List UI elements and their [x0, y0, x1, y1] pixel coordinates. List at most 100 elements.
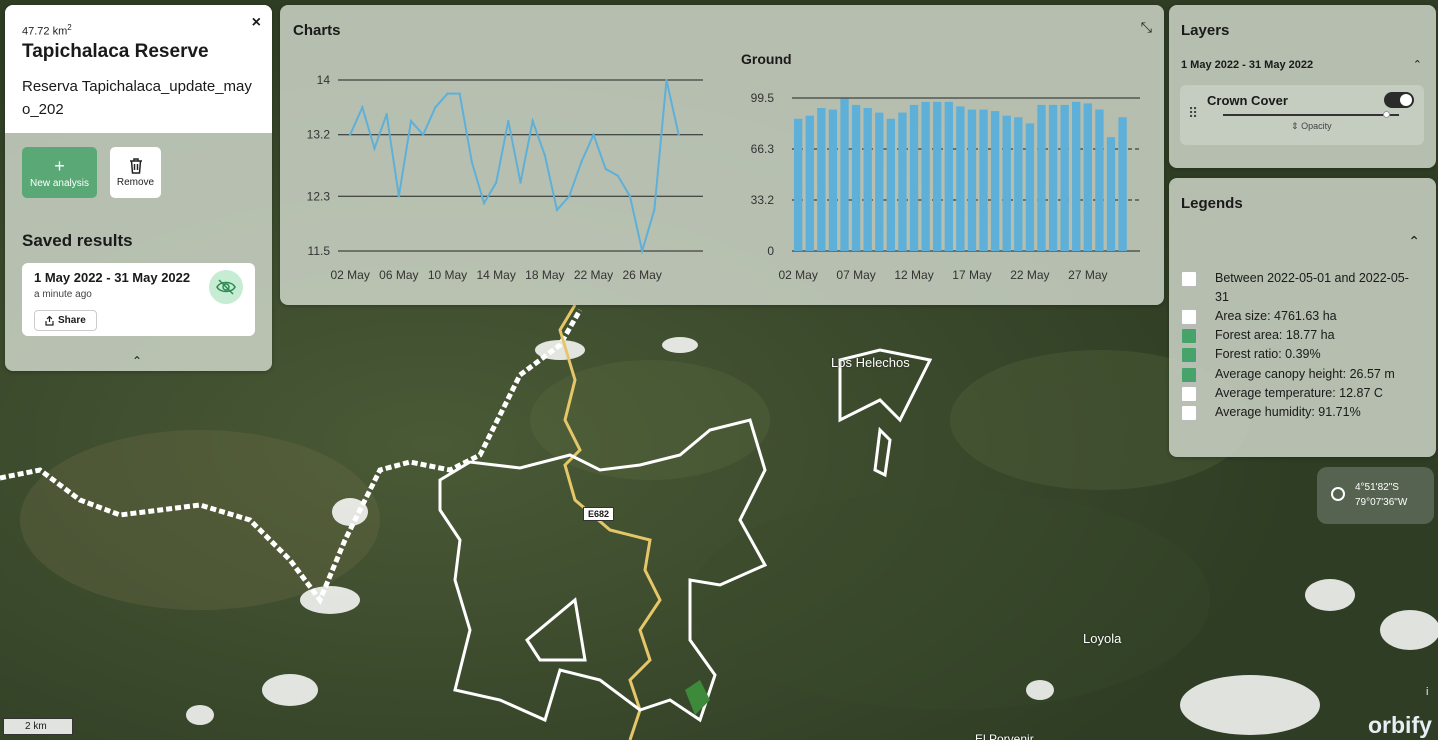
legends-panel: Legends ⌃ Between 2022-05-01 and 2022-05… [1169, 178, 1436, 457]
line-chart-point [409, 119, 413, 123]
layers-chevron-icon[interactable]: ⌃ [1413, 58, 1422, 71]
legend-swatch [1181, 271, 1197, 287]
line-chart-point [397, 195, 401, 198]
action-buttons: + New analysis Remove [22, 147, 161, 198]
visibility-toggle[interactable] [209, 270, 243, 304]
legend-text: Forest area: 18.77 ha [1215, 328, 1335, 342]
share-icon [45, 315, 54, 326]
line-chart-point [555, 208, 559, 212]
map-scale: 2 km [3, 718, 73, 735]
legend-item: Average temperature: 12.87 C [1181, 386, 1383, 402]
layer-visibility-toggle[interactable] [1384, 92, 1414, 108]
line-chart-point [677, 133, 680, 136]
bar-chart-bar [967, 109, 977, 252]
trash-icon [129, 158, 142, 174]
brand-logo: orbify [1368, 712, 1432, 738]
bar-chart-bar [794, 118, 803, 252]
legends-chevron-icon[interactable]: ⌃ [1408, 233, 1420, 250]
bar-chart-bar [1060, 104, 1069, 251]
area-description: Reserva Tapichalaca_update_mayo_202 [22, 77, 252, 118]
legend-item: Average humidity: 91.71% [1181, 405, 1361, 421]
eye-off-icon [216, 279, 236, 295]
bar-chart-bar [840, 98, 849, 251]
plus-icon: + [54, 156, 65, 176]
line-chart-point [592, 133, 595, 136]
bar-chart-bar [956, 106, 965, 252]
legend-text: Forest ratio: 0.39% [1215, 347, 1321, 361]
line-chart-point [604, 167, 607, 171]
line-chart-xtick-label: 18 May [525, 268, 564, 282]
legend-text: Between 2022-05-01 and 2022-05-31 [1215, 271, 1409, 304]
place-label-el-porvenir: El Porvenir [975, 732, 1034, 740]
legend-item: Forest area: 18.77 ha [1181, 328, 1335, 344]
legend-swatch [1181, 367, 1197, 383]
bar-chart-xtick-label: 12 May [894, 268, 933, 282]
new-analysis-label: New analysis [30, 178, 89, 189]
bar-chart-bar [1106, 137, 1116, 251]
bar-chart-bar [979, 109, 988, 252]
bar-chart-bar [828, 109, 838, 252]
crosshair-icon [1331, 487, 1345, 501]
opacity-slider[interactable] [1223, 114, 1399, 116]
layers-panel: Layers 1 May 2022 - 31 May 2022 ⌃ ⠿ Crow… [1169, 5, 1436, 168]
saved-results-title: Saved results [22, 231, 133, 250]
line-chart-xtick-label: 26 May [622, 268, 661, 282]
bar-chart-bar [886, 118, 896, 252]
charts-canvas: 11.5 12.3 13.2 14 02 May 06 May 10 May 14 May 18… [307, 73, 1140, 282]
bar-chart-bar [1118, 117, 1127, 252]
legend-item: Forest ratio: 0.39% [1181, 347, 1321, 363]
line-chart-ytick-label: 14 [317, 73, 331, 87]
line-chart-ytick-label: 12.3 [307, 189, 331, 203]
line-chart-point [361, 106, 364, 109]
line-chart-point [665, 78, 668, 82]
bar-chart-bar [817, 107, 826, 252]
legend-item: Average canopy height: 26.57 m [1181, 367, 1395, 383]
legend-item: Area size: 4761.63 ha [1181, 309, 1337, 325]
line-chart-point [373, 147, 376, 150]
bar-chart-bar [875, 112, 884, 252]
road-label: E682 [583, 507, 615, 521]
opacity-label: ⇕ Opacity [1291, 121, 1332, 131]
bar-chart-bar [1025, 123, 1035, 251]
bar-chart-bar [921, 101, 930, 251]
close-icon[interactable]: × [252, 14, 261, 32]
legend-swatch [1181, 386, 1197, 402]
saved-result-card[interactable]: 1 May 2022 - 31 May 2022 a minute ago Sh… [22, 263, 255, 336]
line-chart-point [519, 181, 522, 184]
coordinates-longitude: 79°07'36"W [1355, 497, 1408, 508]
bar-chart-xtick-label: 27 May [1068, 268, 1107, 282]
bar-chart-bar [863, 107, 872, 252]
share-label: Share [58, 315, 86, 326]
line-chart-xtick-label: 10 May [428, 268, 467, 282]
info-icon[interactable]: i [1426, 686, 1428, 698]
layers-title: Layers [1181, 22, 1230, 39]
bar-chart-bar [1048, 104, 1058, 251]
bar-chart-bar [933, 101, 942, 251]
legends-title: Legends [1181, 195, 1243, 212]
share-button[interactable]: Share [34, 310, 97, 331]
collapse-chevron-icon[interactable]: ⌃ [132, 354, 142, 368]
line-chart-point [458, 92, 461, 95]
bar-chart-bar [1083, 103, 1092, 251]
line-chart-series [349, 79, 680, 255]
bar-chart-ytick-label: 33.2 [751, 193, 775, 207]
opacity-slider-handle[interactable] [1383, 111, 1390, 118]
line-chart-point [470, 160, 474, 164]
line-chart-point [482, 201, 486, 205]
place-label-los-helechos: Los Helechos [831, 355, 910, 370]
line-chart-ytick-label: 13.2 [307, 128, 331, 142]
remove-label: Remove [116, 177, 155, 188]
drag-handle-icon[interactable]: ⠿ [1188, 105, 1198, 122]
new-analysis-button[interactable]: + New analysis [22, 147, 97, 198]
ground-bar-chart: 0 33.2 66.3 99.5 02 May 07 May 12 May 17 May 22 … [751, 91, 1140, 282]
coordinates-latitude: 4°51'82"S [1355, 482, 1399, 493]
legend-swatch [1181, 328, 1197, 344]
bar-chart-xtick-label: 17 May [952, 268, 991, 282]
line-chart-point [628, 195, 632, 198]
legend-swatch [1181, 405, 1197, 421]
legend-text: Average canopy height: 26.57 m [1215, 367, 1395, 381]
bar-chart-bar [898, 112, 907, 252]
place-label-loyola: Loyola [1083, 631, 1122, 646]
coordinates-display[interactable]: 4°51'82"S 79°07'36"W [1317, 467, 1434, 524]
remove-button[interactable]: Remove [110, 147, 161, 198]
